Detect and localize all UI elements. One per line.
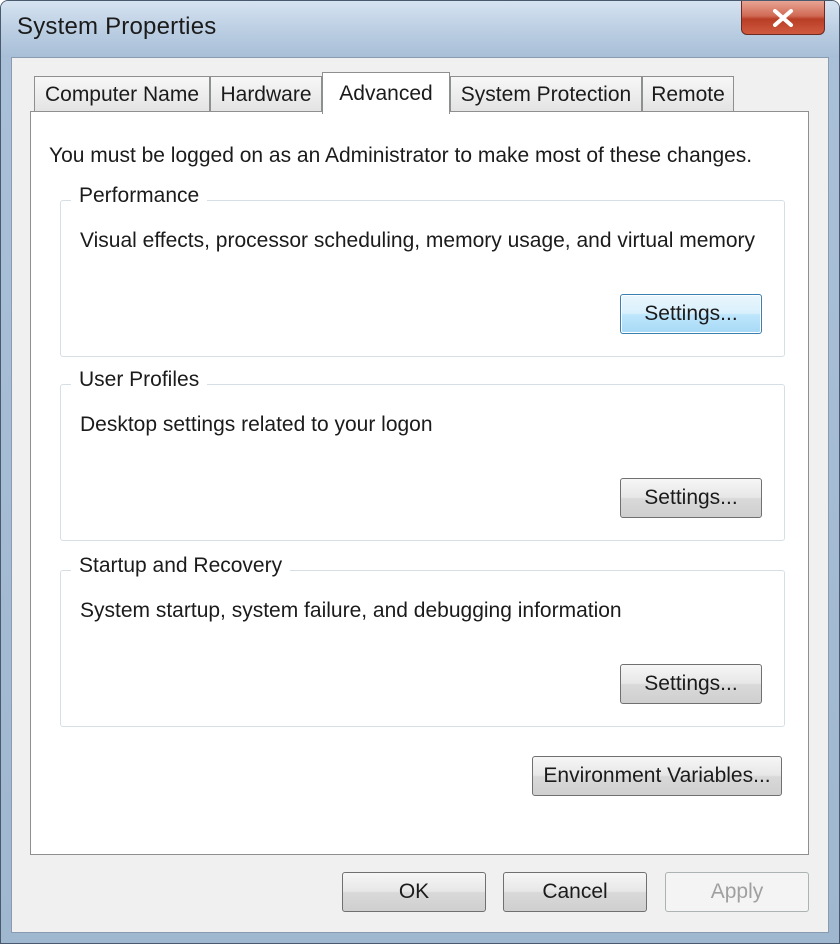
ok-button[interactable]: OK <box>342 872 486 912</box>
dialog-client-area: Computer Name Hardware Advanced System P… <box>11 57 829 933</box>
close-button[interactable] <box>741 1 825 35</box>
startup-recovery-title: Startup and Recovery <box>71 554 291 578</box>
user-profiles-title: User Profiles <box>71 368 208 392</box>
system-properties-window: System Properties Computer Name Hardware… <box>0 0 840 944</box>
title-bar[interactable]: System Properties <box>1 1 839 57</box>
performance-title: Performance <box>71 184 208 208</box>
performance-group: Performance Visual effects, processor sc… <box>60 184 785 357</box>
user-profiles-settings-button[interactable]: Settings... <box>620 478 762 518</box>
admin-note: You must be logged on as an Administrato… <box>49 144 753 167</box>
tab-computer-name[interactable]: Computer Name <box>34 76 210 112</box>
tab-system-protection[interactable]: System Protection <box>450 76 642 112</box>
close-icon <box>772 8 794 27</box>
tab-advanced[interactable]: Advanced <box>322 72 450 114</box>
user-profiles-group: User Profiles Desktop settings related t… <box>60 368 785 541</box>
performance-settings-button[interactable]: Settings... <box>620 294 762 334</box>
user-profiles-description: Desktop settings related to your logon <box>80 413 433 436</box>
tab-remote[interactable]: Remote <box>642 76 734 112</box>
startup-recovery-description: System startup, system failure, and debu… <box>80 599 622 622</box>
startup-recovery-group: Startup and Recovery System startup, sys… <box>60 554 785 727</box>
tab-hardware[interactable]: Hardware <box>210 76 322 112</box>
performance-description: Visual effects, processor scheduling, me… <box>80 229 756 252</box>
cancel-button[interactable]: Cancel <box>503 872 647 912</box>
apply-button[interactable]: Apply <box>665 872 809 912</box>
environment-variables-button[interactable]: Environment Variables... <box>532 756 782 796</box>
startup-recovery-settings-button[interactable]: Settings... <box>620 664 762 704</box>
window-title: System Properties <box>17 13 217 40</box>
